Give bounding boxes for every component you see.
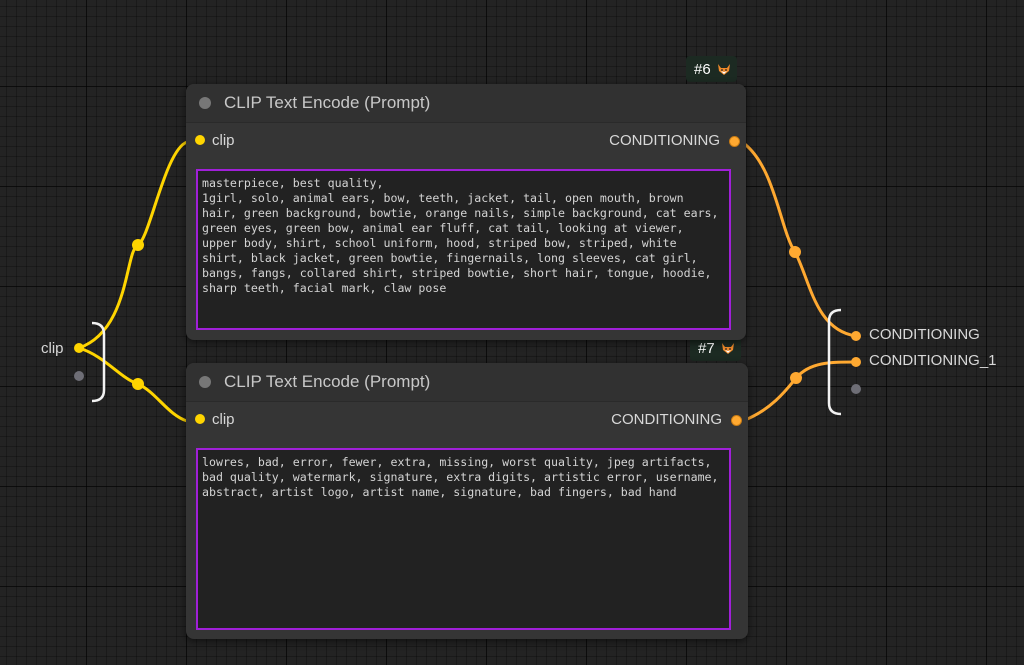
node-title: CLIP Text Encode (Prompt) — [224, 372, 431, 391]
slot-row: clip CONDITIONING — [186, 123, 746, 161]
left-reroute-output-slot[interactable] — [74, 343, 84, 353]
clip-wire-midpoint-2 — [132, 378, 144, 390]
node-title: CLIP Text Encode (Prompt) — [224, 93, 431, 112]
right-reroute-empty-slot[interactable] — [851, 384, 861, 394]
collapse-toggle[interactable] — [199, 376, 211, 388]
conditioning-output-slot[interactable] — [729, 136, 740, 147]
conditioning-wire-node7 — [744, 360, 857, 422]
prompt-textarea[interactable]: masterpiece, best quality, 1girl, solo, … — [196, 169, 731, 330]
collapse-toggle[interactable] — [199, 97, 211, 109]
fox-icon — [721, 342, 735, 355]
left-reroute-bracket — [91, 321, 106, 403]
right-reroute-input-slot-2[interactable] — [851, 357, 861, 367]
clip-text-encode-node-6[interactable]: CLIP Text Encode (Prompt) clip CONDITION… — [186, 84, 746, 340]
node-header[interactable]: CLIP Text Encode (Prompt) — [186, 363, 748, 402]
right-reroute-label-2: CONDITIONING_1 — [869, 352, 997, 369]
conditioning-output-label: CONDITIONING — [611, 411, 722, 428]
right-reroute-input-slot-1[interactable] — [851, 331, 861, 341]
clip-wire-midpoint-1 — [132, 239, 144, 251]
left-reroute-label: clip — [41, 340, 64, 357]
right-reroute-label-1: CONDITIONING — [869, 326, 980, 343]
clip-wire-node6 — [78, 140, 188, 350]
node-id-text: #6 — [694, 60, 711, 78]
prompt-textarea[interactable]: lowres, bad, error, fewer, extra, missin… — [196, 448, 731, 630]
conditioning-wire-midpoint-2 — [790, 372, 802, 384]
conditioning-wire-node6 — [741, 140, 857, 338]
conditioning-output-slot[interactable] — [731, 415, 742, 426]
right-reroute-bracket — [827, 308, 842, 416]
node-id-badge-6: #6 — [686, 56, 737, 82]
clip-input-label: clip — [212, 411, 235, 428]
conditioning-wire-midpoint-1 — [789, 246, 801, 258]
node-header[interactable]: CLIP Text Encode (Prompt) — [186, 84, 746, 123]
left-reroute-empty-slot[interactable] — [74, 371, 84, 381]
node-id-text: #7 — [698, 339, 715, 357]
clip-input-slot[interactable] — [195, 135, 205, 145]
clip-text-encode-node-7[interactable]: CLIP Text Encode (Prompt) clip CONDITION… — [186, 363, 748, 639]
slot-row: clip CONDITIONING — [186, 402, 748, 440]
fox-icon — [717, 63, 731, 76]
clip-input-label: clip — [212, 132, 235, 149]
conditioning-output-label: CONDITIONING — [609, 132, 720, 149]
clip-wire-node7 — [78, 346, 188, 423]
clip-input-slot[interactable] — [195, 414, 205, 424]
